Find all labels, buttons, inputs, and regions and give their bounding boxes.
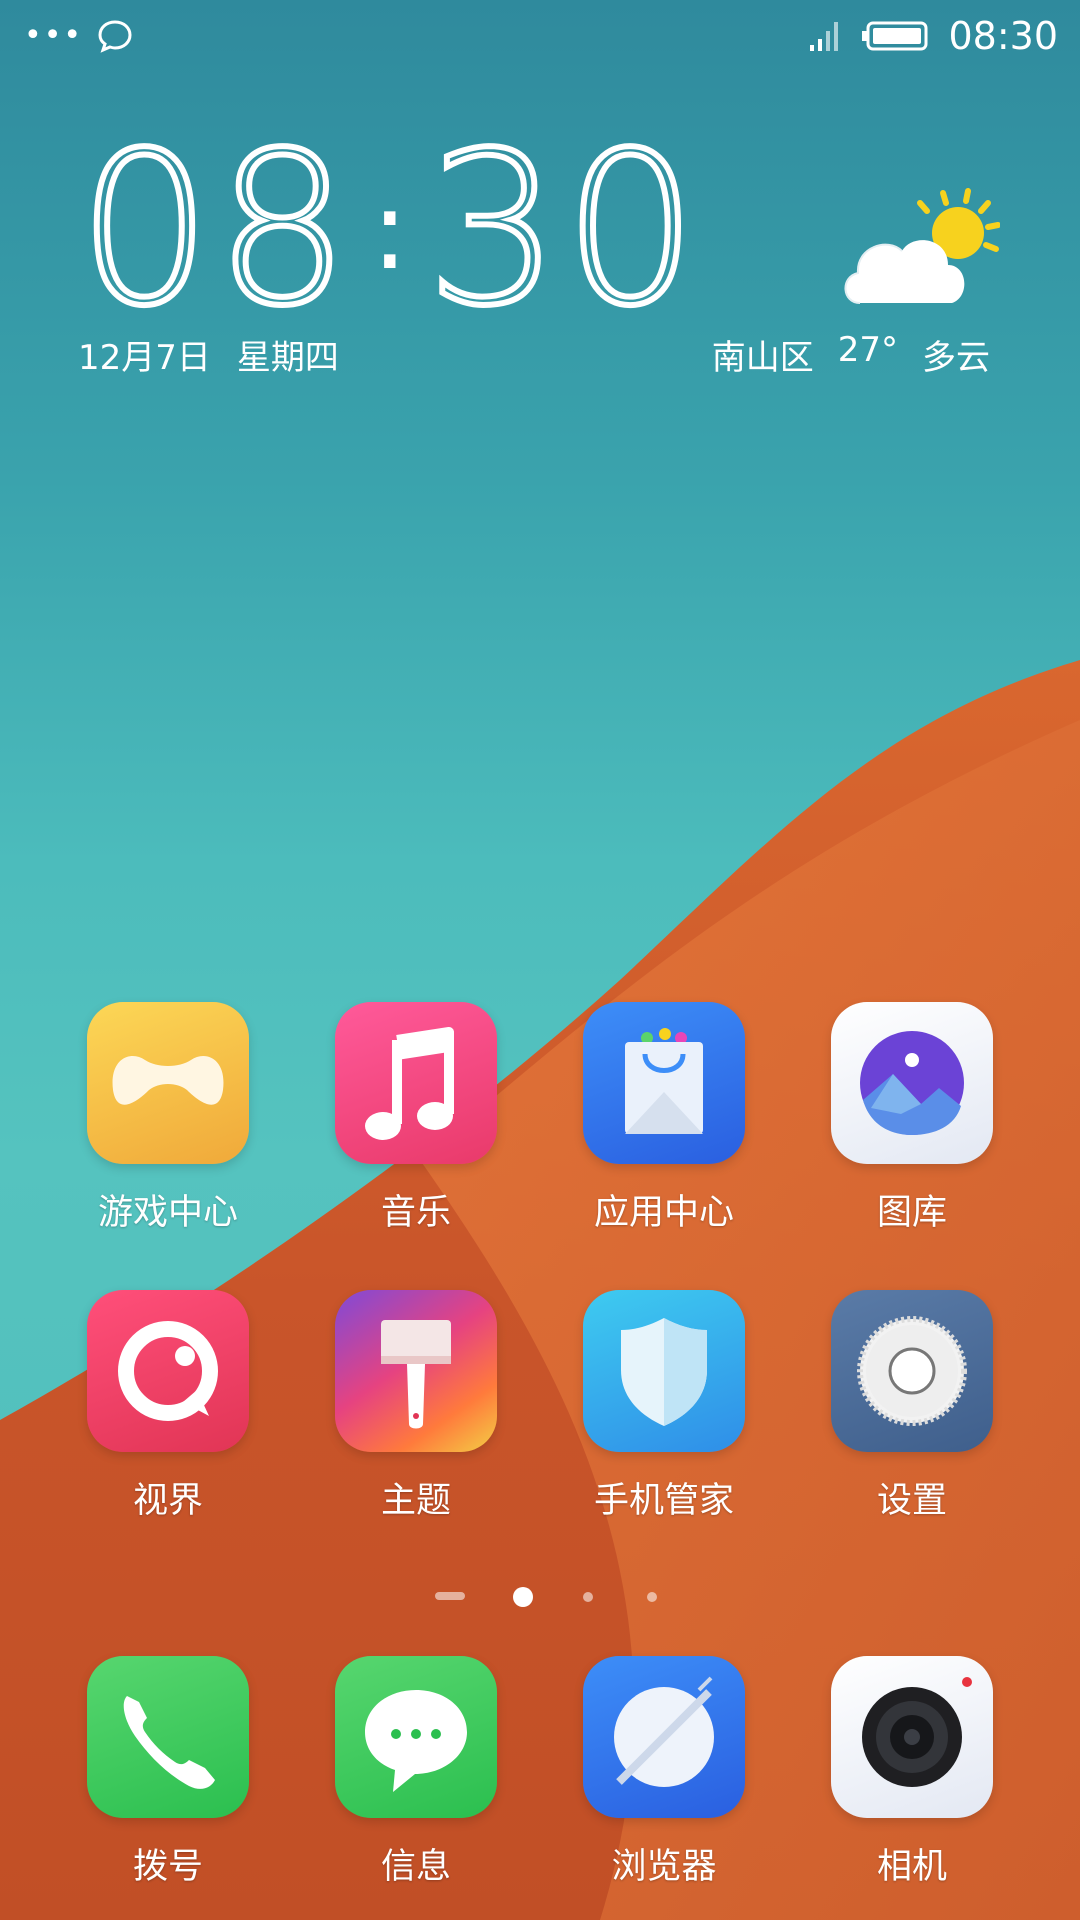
phone-icon [87, 1656, 249, 1818]
music-icon [335, 1002, 497, 1164]
battery-icon [862, 21, 928, 51]
app-label: 视界 [132, 1481, 203, 1521]
message-icon [335, 1656, 497, 1818]
app-music[interactable]: 音乐 [301, 1002, 531, 1235]
app-label: 设置 [876, 1481, 947, 1521]
app-phone-manager[interactable]: 手机管家 [549, 1290, 779, 1523]
date-line: 12月7日 星期四 [78, 330, 339, 379]
date-text: 12月7日 [78, 338, 211, 378]
weather-info[interactable]: 南山区 27° 多云 [712, 330, 990, 379]
page-dot-1[interactable] [435, 1592, 465, 1600]
chat-bubble-icon [98, 20, 132, 53]
browser-icon [583, 1656, 745, 1818]
app-video[interactable]: 视界 [53, 1290, 283, 1523]
app-store-icon [583, 1002, 745, 1164]
theme-brush-icon [335, 1290, 497, 1452]
clock-minute: 30 [423, 107, 702, 352]
page-indicator[interactable] [0, 1587, 1080, 1608]
more-dots-icon: ••• [24, 18, 84, 53]
settings-gear-icon [831, 1290, 993, 1452]
app-gallery[interactable]: 图库 [797, 1002, 1027, 1235]
clock-colon: : [371, 166, 409, 294]
page-dot-3[interactable] [583, 1592, 593, 1602]
app-theme[interactable]: 主题 [301, 1290, 531, 1523]
clock-hour: 08 [75, 107, 354, 352]
signal-icon [810, 22, 839, 51]
weekday-text: 星期四 [236, 338, 339, 378]
dock-camera[interactable]: 相机 [797, 1656, 1027, 1889]
app-label: 浏览器 [611, 1847, 717, 1887]
status-time: 08:30 [948, 14, 1058, 58]
partly-cloudy-icon[interactable] [840, 185, 1000, 310]
app-label: 游戏中心 [97, 1193, 238, 1233]
app-app-center[interactable]: 应用中心 [549, 1002, 779, 1235]
camera-icon [831, 1656, 993, 1818]
page-dot-2-current[interactable] [513, 1587, 533, 1607]
clock-widget[interactable]: 08 : 30 [75, 107, 702, 352]
dock-browser[interactable]: 浏览器 [549, 1656, 779, 1889]
app-label: 拨号 [132, 1847, 203, 1887]
status-bar: ••• 08:30 [0, 0, 1080, 72]
gallery-icon [831, 1002, 993, 1164]
app-label: 图库 [876, 1193, 947, 1233]
app-label: 信息 [380, 1847, 451, 1887]
app-label: 音乐 [380, 1193, 451, 1233]
weather-temperature: 27° [837, 330, 898, 370]
weather-district: 南山区 [711, 338, 814, 378]
page-dot-4[interactable] [647, 1592, 657, 1602]
app-game-center[interactable]: 游戏中心 [53, 1002, 283, 1235]
app-label: 手机管家 [593, 1481, 734, 1521]
phone-manager-shield-icon [583, 1290, 745, 1452]
weather-condition: 多云 [922, 338, 990, 378]
app-label: 应用中心 [593, 1193, 734, 1233]
app-label: 相机 [876, 1847, 947, 1887]
dock-phone[interactable]: 拨号 [53, 1656, 283, 1889]
app-label: 主题 [380, 1481, 451, 1521]
video-icon [87, 1290, 249, 1452]
dock-messages[interactable]: 信息 [301, 1656, 531, 1889]
app-settings[interactable]: 设置 [797, 1290, 1027, 1523]
game-center-icon [87, 1002, 249, 1164]
